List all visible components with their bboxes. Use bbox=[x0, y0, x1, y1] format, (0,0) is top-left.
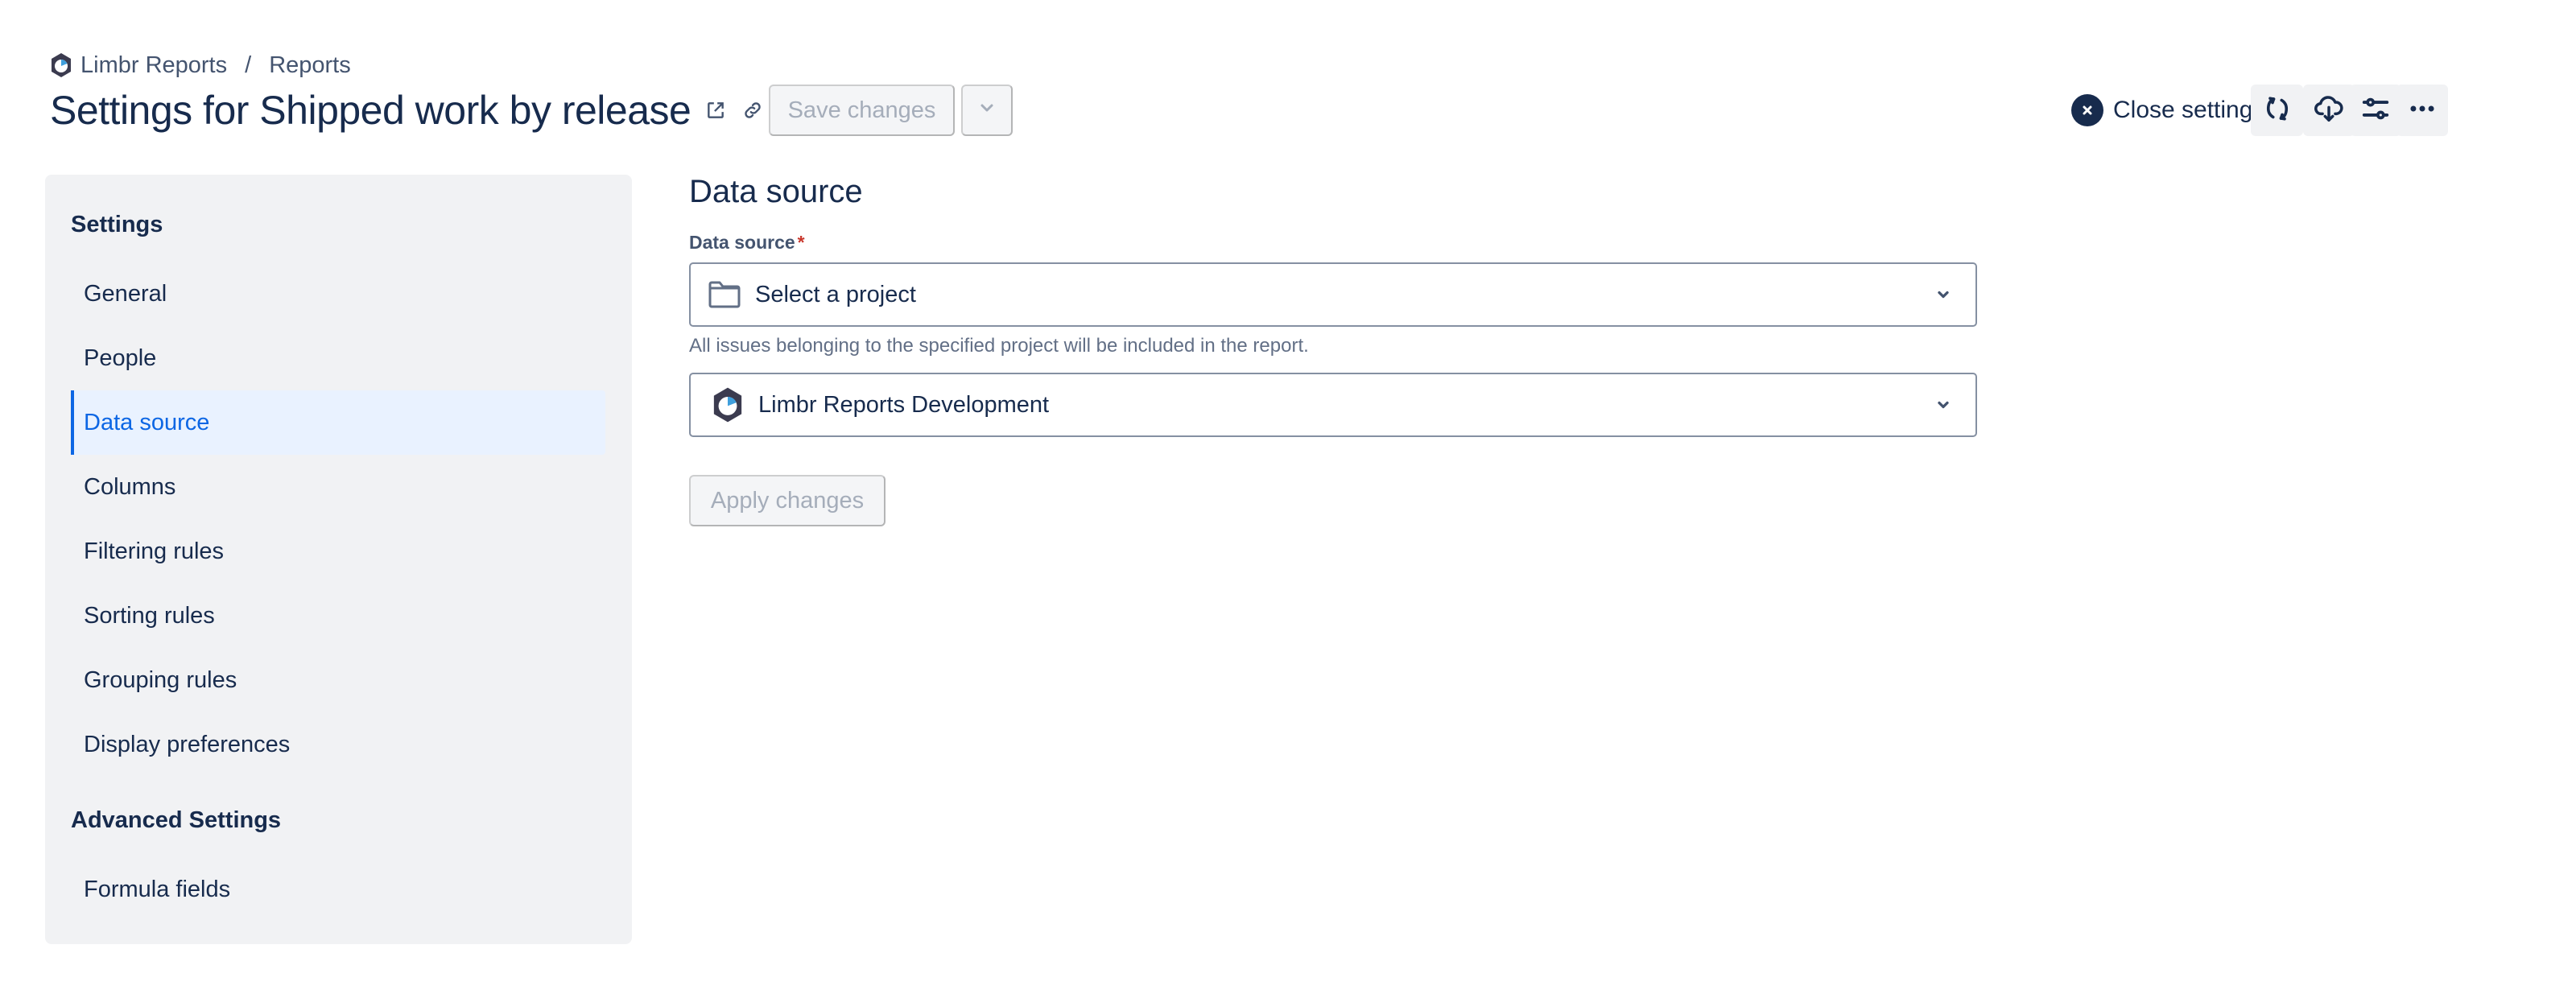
chevron-down-icon bbox=[1934, 285, 1953, 304]
project-select-placeholder: Select a project bbox=[755, 281, 916, 307]
required-marker: * bbox=[797, 232, 805, 253]
sidebar-heading-advanced-settings: Advanced Settings bbox=[71, 807, 282, 833]
save-options-button[interactable] bbox=[961, 85, 1013, 136]
data-source-helper-text: All issues belonging to the specified pr… bbox=[689, 335, 1309, 357]
data-source-select[interactable]: Limbr Reports Development bbox=[689, 373, 1977, 437]
sidebar-heading-settings: Settings bbox=[71, 212, 163, 237]
sidebar-item-sorting-rules[interactable]: Sorting rules bbox=[71, 584, 605, 648]
close-settings-button[interactable]: Close settings bbox=[2071, 91, 2264, 130]
limbr-logo-icon bbox=[710, 387, 745, 423]
title-row: Settings for Shipped work by release bbox=[50, 84, 765, 137]
sidebar-item-filtering-rules[interactable]: Filtering rules bbox=[71, 519, 605, 584]
sidebar-item-columns[interactable]: Columns bbox=[71, 455, 605, 519]
sidebar-item-formula-fields[interactable]: Formula fields bbox=[71, 857, 605, 922]
sidebar-item-people[interactable]: People bbox=[71, 326, 605, 390]
close-icon bbox=[2071, 94, 2103, 126]
more-actions-button[interactable] bbox=[2396, 85, 2448, 136]
settings-sidebar: Settings General People Data source Colu… bbox=[45, 175, 632, 944]
link-icon[interactable] bbox=[741, 98, 765, 122]
limbr-logo-icon bbox=[50, 52, 72, 78]
cloud-download-icon bbox=[2314, 93, 2344, 128]
project-select[interactable]: Select a project bbox=[689, 262, 1977, 327]
close-settings-label: Close settings bbox=[2113, 97, 2265, 123]
apply-changes-button[interactable]: Apply changes bbox=[689, 475, 886, 526]
data-source-label-text: Data source bbox=[689, 232, 795, 253]
data-source-label: Data source * bbox=[689, 232, 805, 254]
more-horizontal-icon bbox=[2407, 93, 2438, 128]
refresh-button[interactable] bbox=[2251, 85, 2303, 136]
data-source-select-value: Limbr Reports Development bbox=[758, 391, 1050, 418]
sliders-icon bbox=[2360, 93, 2391, 128]
download-button[interactable] bbox=[2303, 85, 2355, 136]
section-title: Data source bbox=[689, 174, 863, 209]
external-link-icon[interactable] bbox=[704, 98, 728, 122]
breadcrumb-separator: / bbox=[245, 52, 252, 78]
save-changes-button[interactable]: Save changes bbox=[769, 85, 955, 136]
folder-icon bbox=[707, 277, 742, 312]
sidebar-item-general[interactable]: General bbox=[71, 262, 605, 326]
sidebar-item-grouping-rules[interactable]: Grouping rules bbox=[71, 648, 605, 712]
refresh-icon bbox=[2263, 94, 2292, 127]
page-title: Settings for Shipped work by release bbox=[50, 88, 691, 133]
sidebar-item-display-preferences[interactable]: Display preferences bbox=[71, 712, 605, 777]
chevron-down-icon bbox=[1934, 395, 1953, 415]
breadcrumb: Limbr Reports / Reports bbox=[50, 50, 351, 80]
breadcrumb-limbr-reports[interactable]: Limbr Reports bbox=[80, 52, 227, 79]
configure-button[interactable] bbox=[2350, 85, 2401, 136]
sidebar-item-data-source[interactable]: Data source bbox=[71, 390, 605, 455]
chevron-down-icon bbox=[977, 97, 997, 124]
breadcrumb-reports[interactable]: Reports bbox=[269, 52, 351, 79]
